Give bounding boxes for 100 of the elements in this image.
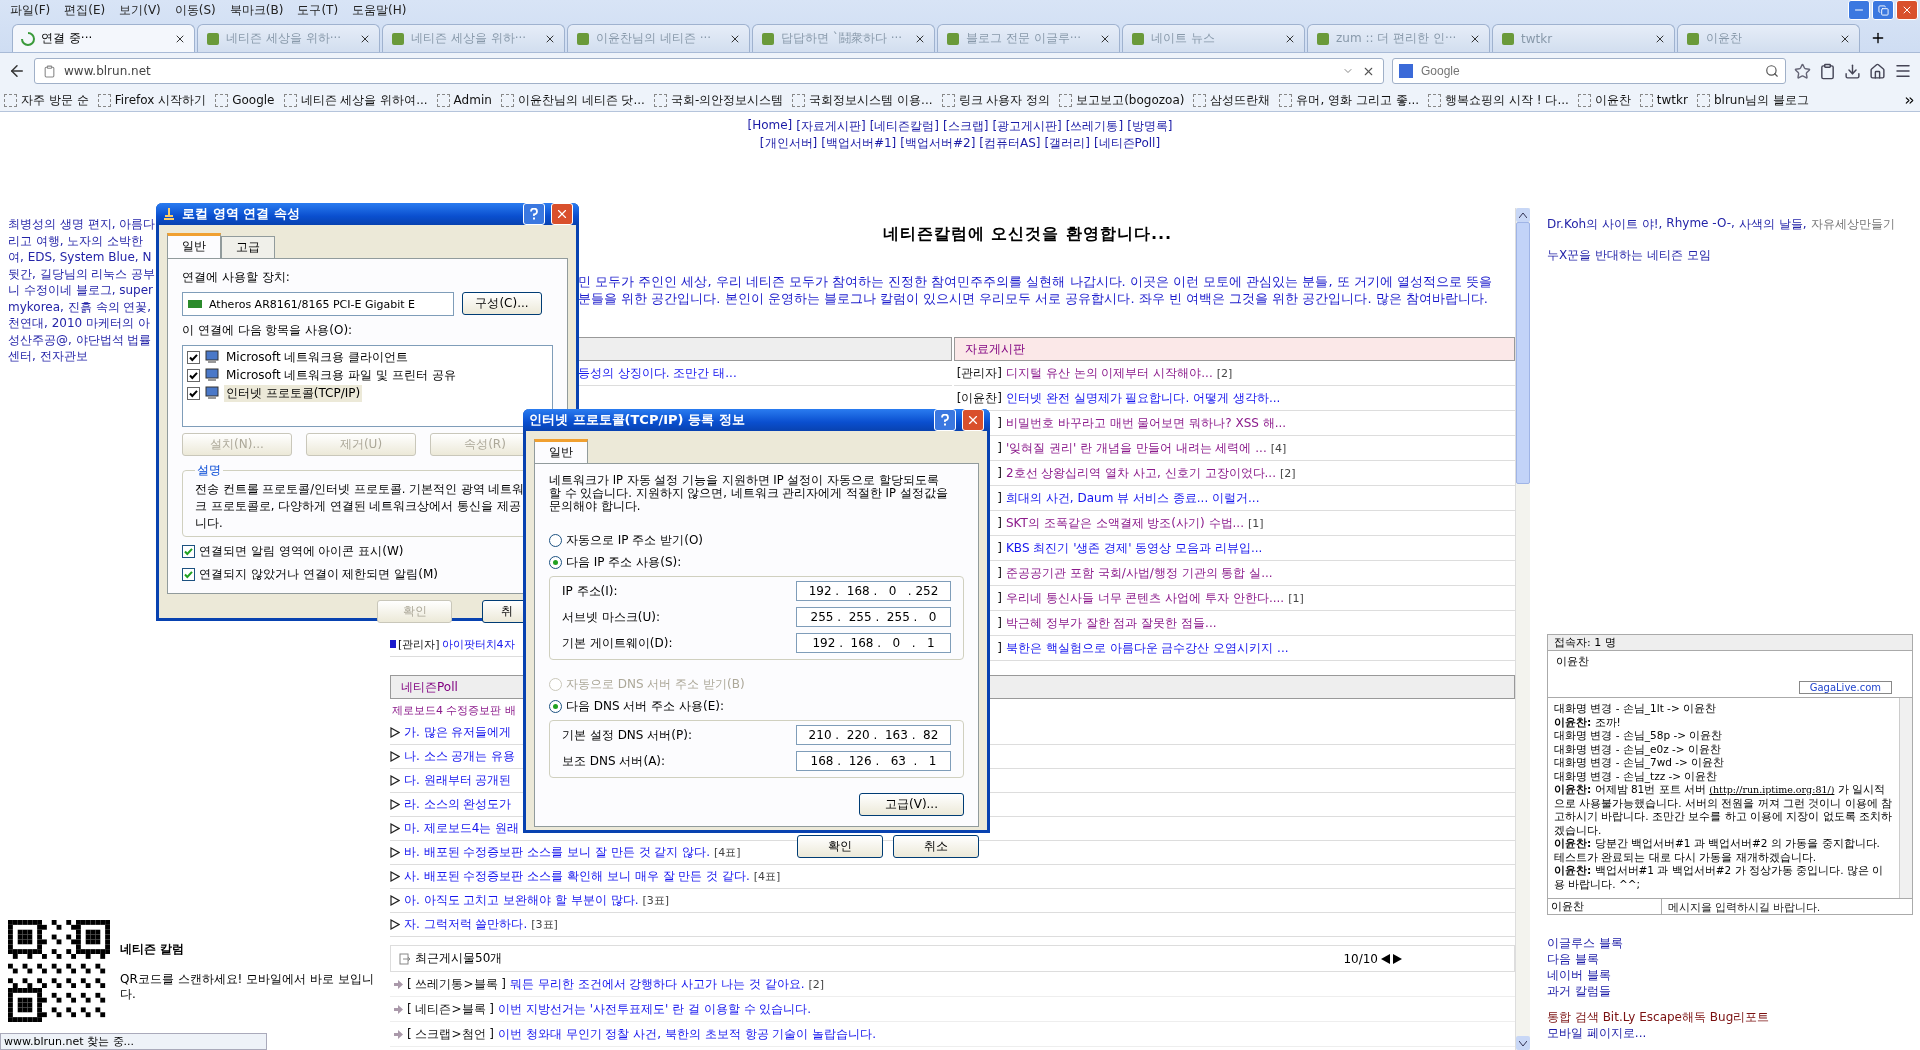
menu-item[interactable]: 파일(F) [4, 0, 57, 20]
bookmark[interactable]: 이윤찬님의 네티즌 닷... [500, 91, 645, 109]
post-title[interactable]: 이번 지방선거는 '사전투표제도' 란 걸 이용할 수 있습니다. [498, 1000, 812, 1018]
configure-button[interactable]: 구성(C)... [462, 292, 542, 315]
new-tab-icon[interactable] [1870, 30, 1886, 46]
poll-option[interactable]: 라. 소스의 완성도가 [404, 796, 512, 813]
post-title[interactable]: KBS 최진기 '생존 경제' 동영상 모음과 리뷰입... [1006, 539, 1263, 557]
dialog-tab[interactable]: 고급 [221, 236, 275, 258]
radio-button[interactable] [549, 534, 562, 547]
close-button[interactable] [962, 409, 984, 431]
radio-button[interactable] [549, 556, 562, 569]
bookmark[interactable]: 국회-의안정보시스템 [653, 91, 784, 109]
browser-tab[interactable]: 연결 중··· [12, 24, 195, 52]
post-title[interactable]: 2호선 상왕십리역 열차 사고, 신호기 고장이었다... [1006, 464, 1276, 482]
close-button[interactable] [551, 203, 573, 225]
help-button[interactable] [523, 203, 545, 225]
list-item[interactable]: Microsoft 네트워크용 파일 및 프린터 공유 [224, 366, 458, 384]
checkbox[interactable] [182, 545, 195, 558]
post-title[interactable]: '잊혀질 권리' 란 개념을 만들어 내려는 세력에 ... [1006, 439, 1267, 457]
bookmark[interactable]: twtkr [1639, 93, 1688, 107]
bookmark[interactable]: 링크 사용자 정의 [941, 91, 1051, 109]
menu-item[interactable]: 도구(T) [291, 0, 345, 20]
menu-item[interactable]: 편집(E) [58, 0, 112, 20]
post-title[interactable]: 이번 청와대 무인기 정찰 사건, 북한의 초보적 항공 기술이 놀랍습니다. [498, 1025, 876, 1043]
scrollbar[interactable] [1515, 208, 1530, 1050]
download-icon[interactable] [1844, 62, 1861, 80]
minimize-button[interactable] [1848, 0, 1870, 20]
home-icon[interactable] [1869, 62, 1886, 80]
nav-link[interactable]: [백업서버#2] [900, 135, 976, 152]
post-title[interactable]: 등성의 상징이다. 조만간 태... [578, 364, 737, 382]
checkbox[interactable] [182, 568, 195, 581]
checkbox[interactable] [187, 368, 200, 382]
post-title[interactable]: 박근혜 정부가 잘한 점과 잘못한 점들... [1006, 614, 1217, 632]
menu-item[interactable]: 도움말(H) [346, 0, 413, 20]
menu-icon[interactable] [1894, 62, 1912, 80]
ip-address-field[interactable]: 255 . 255 . 255 . 0 [796, 607, 951, 627]
blog-link[interactable]: 과거 칼럼들 [1547, 983, 1913, 999]
menu-item[interactable]: 이동(S) [168, 0, 222, 20]
list-item[interactable]: Microsoft 네트워크용 클라이언트 [224, 348, 411, 366]
advanced-button[interactable]: 고급(V)... [859, 793, 964, 816]
star-icon[interactable] [1794, 62, 1811, 80]
bookmark[interactable]: 삼성뜨란채 [1193, 91, 1271, 109]
nav-link[interactable]: [개인서버] [759, 135, 818, 152]
checkbox[interactable] [187, 386, 200, 400]
post-title[interactable]: 희대의 사건, Daum 뷰 서비스 종료... 이럴거... [1006, 489, 1260, 507]
bookmark[interactable]: 이윤찬 [1577, 91, 1631, 109]
help-button[interactable] [934, 409, 956, 431]
site-link[interactable]: Rhyme -O-, [1666, 216, 1735, 233]
post-title[interactable]: 북한은 핵실험으로 아름다운 금수강산 오염시키지 ... [1006, 639, 1289, 657]
ip-address-field[interactable]: 192 . 168 . 0 . 1 [796, 633, 951, 653]
blog-link[interactable]: 네이버 블록 [1547, 967, 1913, 983]
nav-link[interactable]: [방명록] [1127, 118, 1173, 135]
blog-link[interactable]: 이글루스 블록 [1547, 935, 1913, 951]
ip-address-field[interactable]: 210 . 220 . 163 . 82 [796, 725, 951, 745]
nav-link[interactable]: [네티즌칼럼] [869, 118, 940, 135]
bookmark[interactable]: 행복쇼핑의 시작 ! 다... [1428, 91, 1569, 109]
poll-option[interactable]: 나. 소스 공개는 유용 [404, 748, 516, 765]
menu-item[interactable]: 보기(V) [113, 0, 167, 20]
footer-link[interactable]: 모바일 페이지로... [1547, 1025, 1913, 1041]
chat-scrollbar[interactable] [1899, 698, 1912, 898]
search-field[interactable]: Google [1392, 58, 1786, 84]
site-link[interactable]: 사색의 날들, [1738, 216, 1807, 233]
dialog-tab[interactable]: 일반 [167, 233, 221, 258]
nav-link[interactable]: [갤러리] [1044, 135, 1090, 152]
bookmark[interactable]: Admin [436, 93, 492, 107]
post-title[interactable]: 우리네 통신사들 너무 콘텐츠 사업에 투자 안한다.... [1006, 589, 1285, 607]
nav-link[interactable]: [광고게시판] [992, 118, 1062, 135]
footer-link[interactable]: 통합 검색 Bit.Ly Escape해독 Bug리포트 [1547, 1009, 1913, 1025]
scroll-down-icon[interactable] [1519, 1040, 1527, 1046]
dialog-tab[interactable]: 일반 [534, 439, 588, 463]
message-link[interactable]: (http://run.iptime.org:81/) [1709, 784, 1835, 795]
radio-button[interactable] [549, 700, 562, 713]
ip-address-field[interactable]: 192 . 168 . 0 . 252 [796, 581, 951, 601]
list-item[interactable]: 인터넷 프로토콜(TCP/IP) [224, 384, 363, 402]
site-link[interactable]: Dr.Koh의 사이트 야!, [1547, 216, 1663, 233]
search-icon[interactable] [1765, 64, 1779, 78]
back-icon[interactable] [8, 62, 26, 80]
bookmark[interactable]: 국회정보시스템 이용... [792, 91, 933, 109]
scroll-up-icon[interactable] [1519, 212, 1527, 218]
nav-link[interactable]: [자료게시판] [796, 118, 866, 135]
bookmark[interactable]: blrun님의 블로그 [1696, 91, 1809, 109]
poll-option[interactable]: 아. 아직도 고치고 보완해야 할 부분이 많다. [404, 892, 639, 909]
blog-link[interactable]: 다음 블록 [1547, 951, 1913, 967]
post-title[interactable]: SKT의 조폭같은 소액결제 방조(사기) 수법... [1006, 514, 1244, 532]
poll-option[interactable]: 마. 제로보드4는 원래 [404, 820, 520, 837]
restore-button[interactable] [1872, 0, 1894, 20]
nav-link[interactable]: [네티즌Poll] [1093, 135, 1161, 152]
address-bar[interactable]: www.blrun.net [34, 58, 1384, 84]
next-icon[interactable] [1393, 953, 1402, 964]
bookmark[interactable]: Google [215, 93, 275, 107]
poll-option[interactable]: 가. 많은 유저들에게 [404, 724, 512, 741]
nav-link[interactable]: [백업서버#1] [821, 135, 897, 152]
bookmark[interactable]: 유머, 영화 그리고 좋... [1279, 91, 1420, 109]
post-title[interactable]: 뭐든 무리한 조건에서 강행하다 사고가 나는 것 같아요. [510, 975, 805, 993]
site-link[interactable]: 자유세상만들기 [1810, 216, 1895, 233]
post-title[interactable]: 아이팟터치4자 [441, 636, 515, 652]
nav-link[interactable]: [Home] [747, 118, 793, 135]
poll-option[interactable]: 자. 그럭저럭 쓸만하다. [404, 916, 528, 933]
nav-link[interactable]: [쓰레기통] [1065, 118, 1124, 135]
post-title[interactable]: 인터넷 완전 실명제가 필요합니다. 어떻게 생각하... [1006, 389, 1281, 407]
